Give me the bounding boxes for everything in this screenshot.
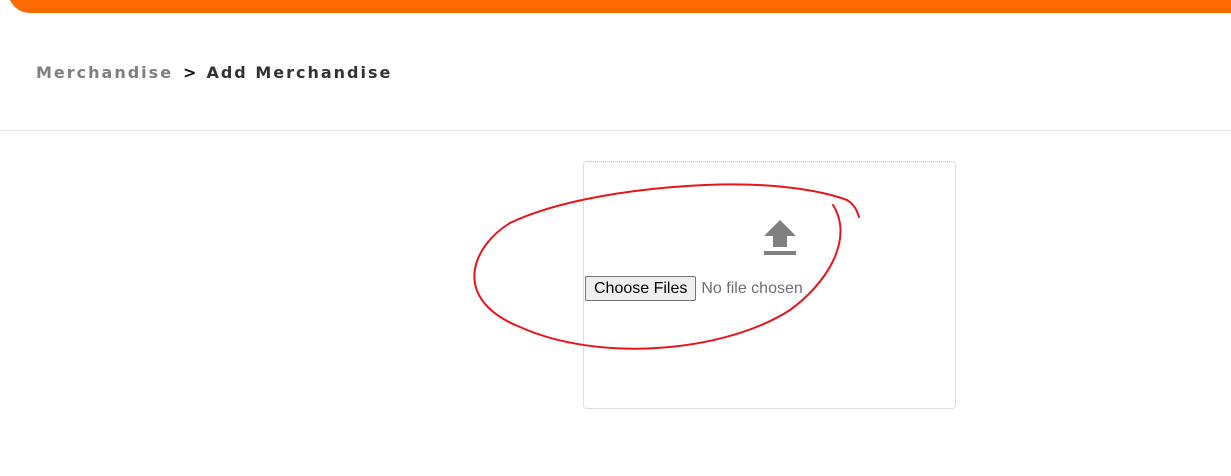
breadcrumb-current: Add Merchandise <box>206 62 393 82</box>
page: Merchandise > Add Merchandise Choose Fil… <box>0 0 1231 476</box>
file-status-text: No file chosen <box>701 279 803 297</box>
breadcrumb-merchandise-link[interactable]: Merchandise <box>36 63 173 82</box>
file-input[interactable]: Choose Files No file chosen <box>585 276 803 301</box>
breadcrumb-separator: > <box>183 62 199 82</box>
header-divider <box>0 130 1231 131</box>
top-accent-bar <box>8 0 1231 13</box>
upload-icon <box>764 220 796 255</box>
choose-files-button[interactable]: Choose Files <box>585 276 697 301</box>
breadcrumb: Merchandise > Add Merchandise <box>36 61 392 83</box>
file-upload-dropzone[interactable]: Choose Files No file chosen <box>583 161 956 409</box>
